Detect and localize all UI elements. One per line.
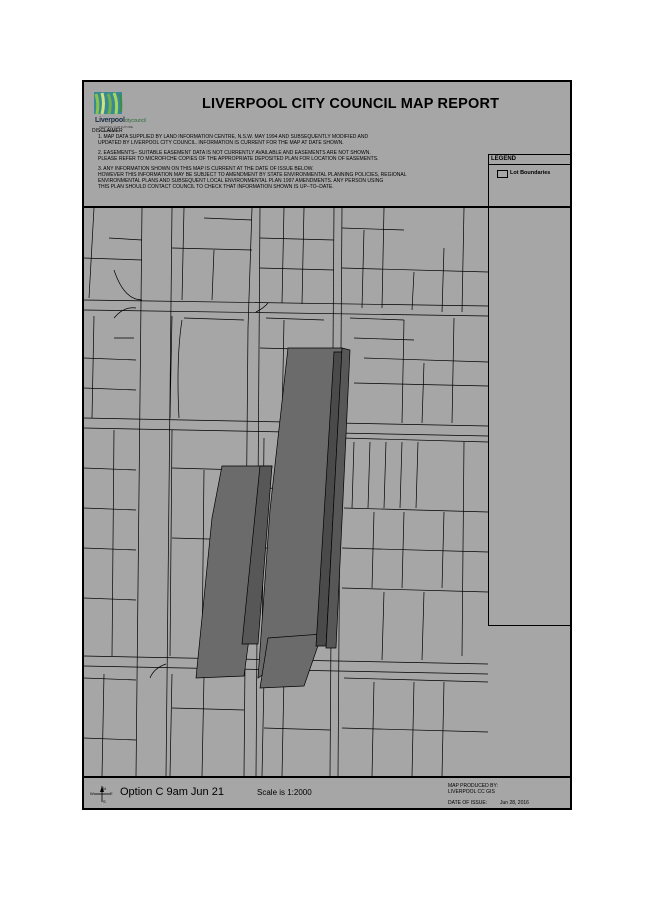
logo-mark-icon bbox=[94, 92, 123, 115]
date-of-issue-value: Jun 28, 2016 bbox=[500, 800, 529, 806]
legend-swatch-lot-boundaries bbox=[497, 170, 508, 178]
legend-item-label: Lot Boundaries bbox=[510, 170, 551, 176]
disclaimer-paragraph: 3. ANY INFORMATION SHOWN ON THIS MAP IS … bbox=[98, 166, 407, 190]
north-arrow-icon: N S W E bbox=[90, 786, 113, 804]
north-e-label: E bbox=[110, 791, 113, 796]
disclaimer-paragraph: 2. EASEMENTS– SUITABLE EASEMENT DATA IS … bbox=[98, 150, 379, 162]
legend-title: LEGEND bbox=[491, 156, 517, 162]
disclaimer-paragraph: 1. MAP DATA SUPPLIED BY LAND INFORMATION… bbox=[98, 134, 369, 146]
date-of-issue-label: DATE OF ISSUE: bbox=[448, 800, 488, 806]
option-label: Option C 9am Jun 21 bbox=[120, 786, 224, 798]
produced-by-label: MAP PRODUCED BY: LIVERPOOL CC GIS bbox=[448, 783, 498, 795]
scale-label: Scale is 1:2000 bbox=[257, 788, 312, 797]
north-w-label: W bbox=[90, 791, 94, 796]
disclaimer-block: DISCLAIMER 1. MAP DATA SUPPLIED BY LAND … bbox=[92, 128, 487, 194]
logo-suffix-text: citycouncil bbox=[124, 118, 146, 124]
report-title: LIVERPOOL CITY COUNCIL MAP REPORT bbox=[202, 96, 500, 112]
legend-divider bbox=[489, 164, 571, 165]
map-report-sheet: Liverpoolcitycouncil SHAPING OUR FUTURE … bbox=[82, 80, 572, 810]
report-footer: N S W E Option C 9am Jun 21 Scale is 1:2… bbox=[84, 776, 570, 810]
north-n-label: N bbox=[103, 786, 106, 791]
legend-panel: LEGEND Lot Boundaries bbox=[488, 154, 572, 626]
north-s-label: S bbox=[103, 799, 106, 804]
logo-word-text: Liverpool bbox=[95, 117, 125, 124]
logo-wordmark: Liverpoolcitycouncil bbox=[95, 117, 146, 124]
map-canvas[interactable] bbox=[84, 208, 488, 776]
council-logo: Liverpoolcitycouncil SHAPING OUR FUTURE … bbox=[90, 88, 146, 133]
